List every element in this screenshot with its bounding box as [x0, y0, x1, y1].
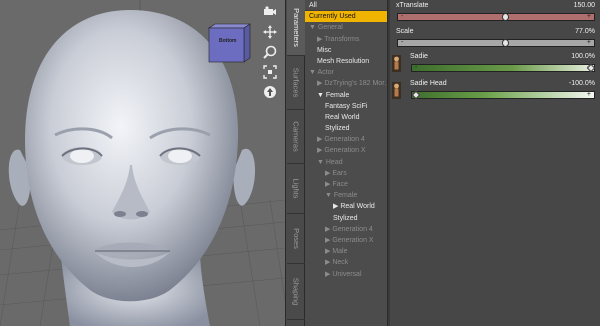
- tree-item[interactable]: ▶ DzTrying's 182 Mor…: [305, 78, 387, 89]
- tab-surfaces[interactable]: Surfaces: [287, 56, 305, 110]
- tree-item[interactable]: ▶ Universal: [305, 269, 387, 280]
- property-label: Scale: [396, 28, 414, 35]
- figure-thumbnail-icon: [392, 82, 401, 99]
- tree-item[interactable]: ▼ Female: [305, 90, 387, 101]
- view-cube-label: Bottom: [219, 38, 237, 44]
- tree-item[interactable]: ▼ Head: [305, 157, 387, 168]
- 3d-viewport[interactable]: Bottom: [0, 0, 285, 326]
- tab-cameras[interactable]: Cameras: [287, 110, 305, 164]
- tree-item[interactable]: Misc: [305, 45, 387, 56]
- tree-item[interactable]: All: [305, 0, 387, 12]
- property-label: Sadie: [410, 53, 428, 60]
- slider-track[interactable]: -+: [397, 39, 595, 47]
- tab-poses[interactable]: Poses: [287, 214, 305, 264]
- frame-icon[interactable]: [262, 64, 278, 80]
- tree-item[interactable]: ▶ Generation 4: [305, 224, 387, 235]
- property-value[interactable]: 77.0%: [575, 28, 595, 35]
- tree-item[interactable]: ▼ Actor: [305, 67, 387, 78]
- tree-item[interactable]: Fantasy SciFi: [305, 101, 387, 112]
- property-group-tree: All Currently Used ▼ General ▶ Transforms Mi…: [305, 0, 388, 326]
- tree-item[interactable]: ▶ Transforms: [305, 34, 387, 45]
- tree-item[interactable]: Real World: [305, 112, 387, 123]
- tree-item[interactable]: ▶ Male: [305, 246, 387, 257]
- property-slider[interactable]: Sadie Head -100.0% -+: [390, 80, 600, 102]
- tree-item[interactable]: ▶ Generation X: [305, 235, 387, 246]
- property-value[interactable]: -100.0%: [569, 80, 595, 87]
- property-label: Sadie Head: [410, 80, 447, 87]
- slider-knob[interactable]: [501, 13, 509, 21]
- slider-track[interactable]: -+: [411, 90, 595, 100]
- camera-select-icon[interactable]: [262, 4, 278, 20]
- tree-item[interactable]: ▶ Generation X: [305, 145, 387, 156]
- slider-knob[interactable]: [412, 90, 421, 100]
- tree-item[interactable]: ▼ Female: [305, 190, 387, 201]
- property-value[interactable]: 150.00: [574, 2, 595, 9]
- slider-knob[interactable]: [501, 39, 509, 47]
- tree-item[interactable]: ▼ General: [305, 22, 387, 33]
- property-slider[interactable]: Sadie 100.0% -+: [390, 53, 600, 75]
- tree-item[interactable]: ▶ Neck: [305, 257, 387, 268]
- tree-item[interactable]: ▶ Generation 4: [305, 134, 387, 145]
- tree-item[interactable]: ▶ Face: [305, 179, 387, 190]
- tab-lights[interactable]: Lights: [287, 164, 305, 214]
- tree-item[interactable]: Currently Used: [305, 11, 387, 23]
- property-value[interactable]: 100.0%: [571, 53, 595, 60]
- pan-icon[interactable]: [262, 24, 278, 40]
- property-slider[interactable]: xTranslate 150.00 - +: [390, 2, 600, 24]
- tree-item[interactable]: Stylized: [305, 123, 387, 134]
- figure-thumbnail-icon: [392, 55, 401, 72]
- tree-item[interactable]: ▶ Ears: [305, 168, 387, 179]
- slider-track[interactable]: -+: [411, 63, 596, 73]
- pane-tabs: Parameters Surfaces Cameras Lights Poses…: [285, 0, 305, 326]
- tab-parameters[interactable]: Parameters: [287, 0, 305, 56]
- property-slider[interactable]: Scale 77.0% - +: [390, 28, 600, 50]
- tree-item[interactable]: Mesh Resolution: [305, 56, 387, 67]
- property-label: xTranslate: [396, 2, 429, 9]
- tree-item[interactable]: ▶ Real World: [305, 201, 387, 212]
- orbit-icon[interactable]: [262, 84, 278, 100]
- tab-shaping[interactable]: Shaping: [287, 264, 305, 320]
- zoom-icon[interactable]: [262, 44, 278, 60]
- property-list: xTranslate 150.00 - + Scale 77.0% - + Sadie 100.0…: [390, 0, 600, 326]
- slider-track[interactable]: -+: [397, 13, 595, 21]
- tree-item[interactable]: Stylized: [305, 213, 387, 224]
